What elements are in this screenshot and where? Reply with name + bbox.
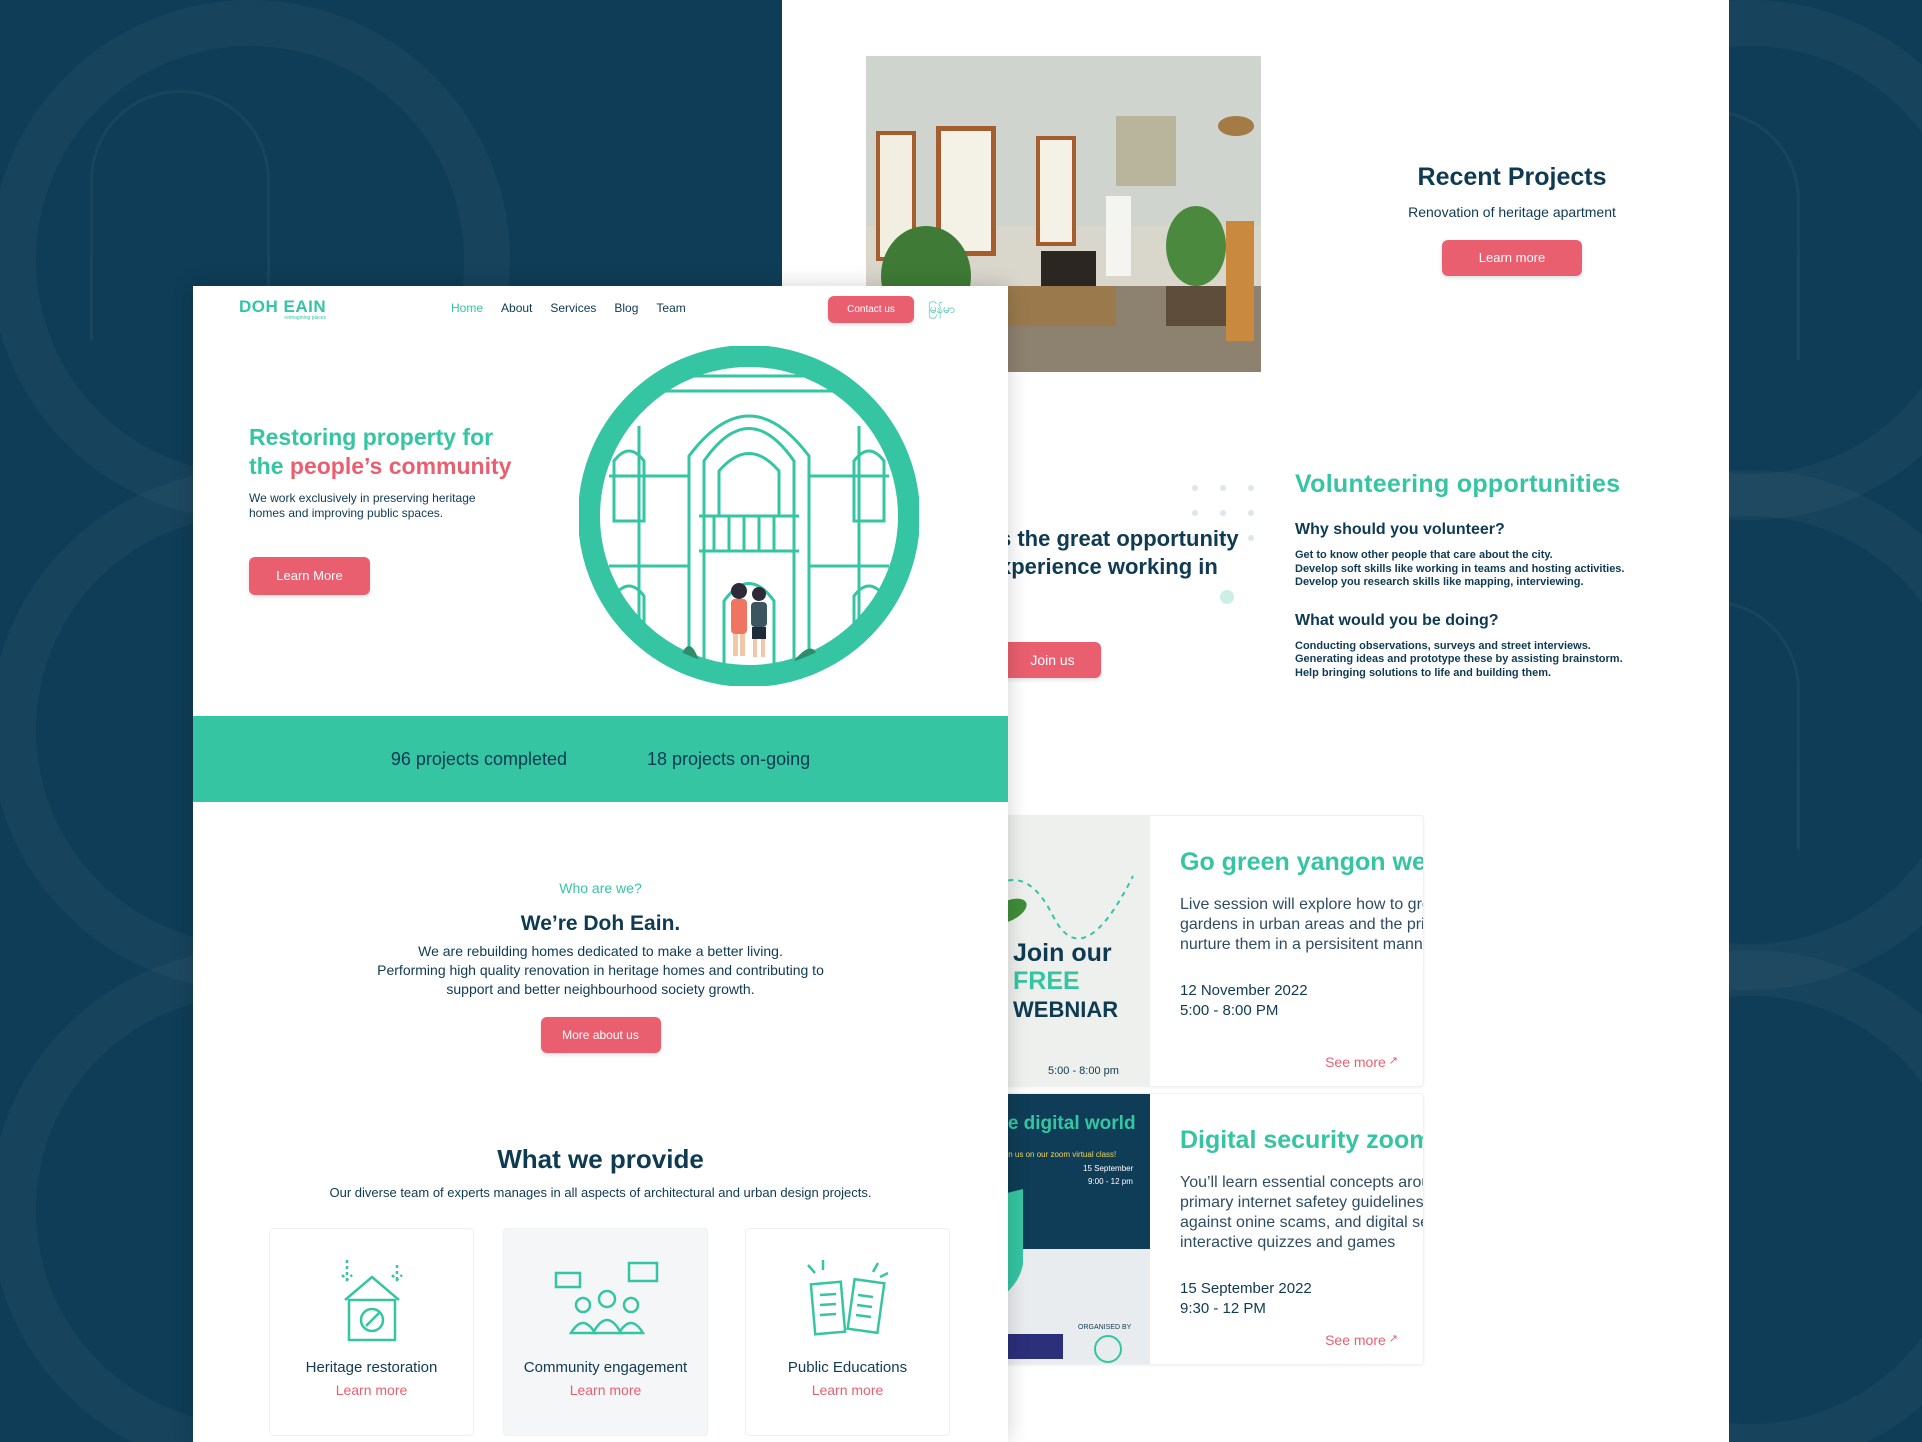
provide-title: What we provide [497,1144,704,1174]
poster-sub: Join us on our zoom virtual class! [998,1150,1116,1159]
hero-title-the: the [249,453,290,479]
poster-line2: FREE [1013,967,1080,995]
volunteer-section: Volunteering opportunities Why should yo… [1295,470,1655,680]
stats-bar: 96 projects completed 18 projects on-goi… [193,716,1008,802]
recent-projects-title: Recent Projects [1417,163,1607,191]
event-title: Digital security zoom class [1180,1126,1423,1154]
hero-title-line1: Restoring property for [249,424,494,450]
volunteer-lead-text: s the great opportunity xperience workin… [999,525,1239,581]
event-card-digital-security[interactable]: n the digital world Join us on our zoom … [962,1093,1424,1365]
hero-title: Restoring property for the people’s comm… [249,423,511,481]
event-title: Go green yangon webinar [1180,848,1423,876]
service-card-education[interactable]: Public Educations Learn more [745,1228,950,1436]
who-title: We’re Doh Eain. [520,912,681,935]
stat-completed: 96 projects completed [390,748,567,769]
recent-projects-subtitle: Renovation of heritage apartment [1408,204,1616,220]
hero-title-highlight: people’s community [289,453,512,479]
poster-date: 15 September [1083,1164,1134,1173]
poster-time: 5:00 - 8:00 pm [1048,1065,1119,1077]
see-more-link[interactable]: See more ↗ [1325,1054,1398,1070]
service-card-community[interactable]: Community engagement Learn more [503,1228,708,1436]
nav-item-services[interactable]: Services [550,301,596,315]
language-switch[interactable]: မြန်မာ [928,301,955,319]
people-chat-icon [554,1261,658,1335]
service-learn-more[interactable]: Learn more [270,1382,473,1398]
hero-learn-more-button[interactable]: Learn More [249,557,370,595]
poster-time: 9:00 - 12 pm [1088,1177,1133,1186]
nav-item-home[interactable]: Home [451,301,483,315]
stat-ongoing: 18 projects on-going [647,748,811,769]
volunteer-title: Volunteering opportunities [1295,470,1621,498]
navbar: DOH EAIN reimagining places Home About S… [193,286,1008,336]
service-learn-more[interactable]: Learn more [746,1382,949,1398]
service-learn-more[interactable]: Learn more [504,1382,707,1398]
see-more-label: See more [1325,1332,1386,1348]
contact-us-button[interactable]: Contact us [828,296,914,323]
books-icon [806,1260,889,1336]
recent-projects: Recent Projects Renovation of heritage a… [1312,163,1712,276]
heritage-house-illustration [578,345,920,687]
arrow-up-right-icon: ↗ [1388,1333,1398,1345]
volunteer-lead-line1: s the great opportunity [999,526,1239,551]
more-about-us-button[interactable]: More about us [540,1017,661,1053]
who-text: We are rebuilding homes dedicated to mak… [377,943,824,997]
why-volunteer-title: Why should you volunteer? [1295,521,1505,538]
see-more-label: See more [1325,1054,1386,1070]
digital-security-body: Digital security zoom class You’ll learn… [1180,1126,1424,1319]
doing-title: What would you be doing? [1295,611,1499,629]
doing-text: Conducting observations, surveys and str… [1295,639,1623,679]
webinar-body: Go green yangon webinar Live session wil… [1180,848,1424,1021]
nav-item-about[interactable]: About [501,301,532,315]
provide-section: What we provide Our diverse team of expe… [193,1144,1008,1200]
nav-item-team[interactable]: Team [656,301,685,315]
service-title: Heritage restoration [305,1359,438,1376]
who-section: Who are we? We’re Doh Eain. We are rebui… [193,880,1008,1053]
nav-menu: Home About Services Blog Team [451,301,686,315]
service-title: Community engagement [523,1359,688,1376]
join-us-button[interactable]: Join us [1004,642,1101,678]
volunteer-lead-line2: xperience working in [999,554,1218,579]
event-description: You’ll learn essential concepts around k… [1180,1174,1424,1251]
logo[interactable]: DOH EAIN reimagining places [239,297,326,321]
house-repair-icon [340,1260,403,1342]
service-title: Public Educations [787,1359,908,1376]
event-card-webinar[interactable]: Join our FREE WEBNIAR 5:00 - 8:00 pm Go … [962,815,1424,1087]
event-time: 5:00 - 8:00 PM [1180,1002,1279,1019]
poster-org: ORGANISED BY [1078,1324,1132,1331]
event-date: 15 September 2022 [1180,1280,1312,1297]
arrow-up-right-icon: ↗ [1388,1055,1398,1067]
who-kicker: Who are we? [559,880,642,896]
event-date: 12 November 2022 [1180,982,1308,999]
why-volunteer-text: Get to know other people that care about… [1295,549,1625,588]
hero-text: We work exclusively in preserving herita… [249,491,476,520]
logo-text: DOH EAIN [239,297,327,316]
front-page: DOH EAIN reimagining places Home About S… [193,286,1008,1442]
event-description: Live session will explore how to grow pl… [1180,896,1424,953]
poster-line1: Join our [1013,939,1112,967]
recent-learn-more-button[interactable]: Learn more [1442,240,1582,276]
see-more-link[interactable]: See more ↗ [1325,1332,1398,1348]
event-time: 9:30 - 12 PM [1180,1300,1266,1317]
service-card-heritage[interactable]: Heritage restoration Learn more [269,1228,474,1436]
nav-item-blog[interactable]: Blog [614,301,638,315]
poster-line3: WEBNIAR [1013,997,1118,1022]
provide-subtitle: Our diverse team of experts manages in a… [329,1185,872,1200]
